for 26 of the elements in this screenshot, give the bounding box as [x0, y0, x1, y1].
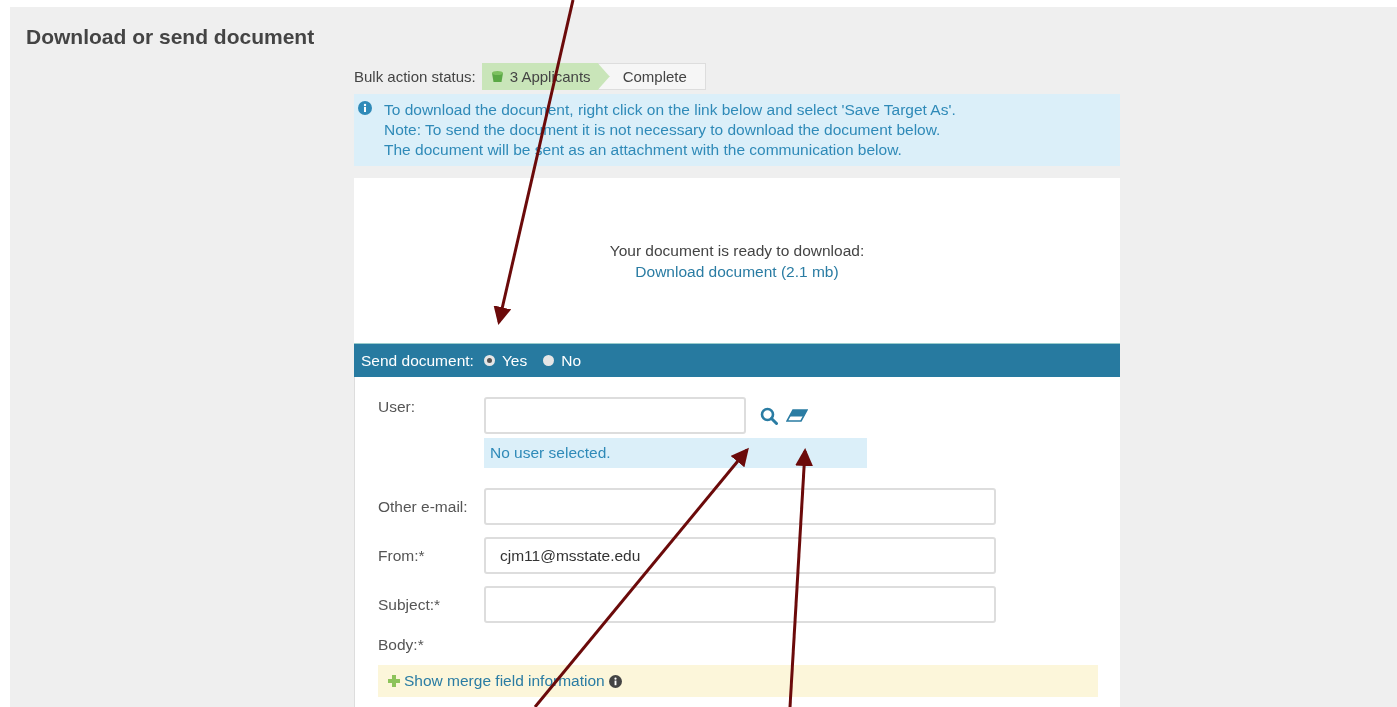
input-field[interactable]: cjm11@msstate.edu [484, 537, 996, 574]
bulk-status-label: Bulk action status: [354, 68, 476, 85]
eraser-icon[interactable] [786, 409, 808, 422]
user-field[interactable] [484, 397, 746, 434]
plus-icon [388, 675, 400, 687]
bucket-icon [490, 70, 504, 83]
info-icon [358, 101, 372, 115]
input-field[interactable] [484, 586, 996, 623]
radio-button[interactable] [543, 355, 555, 366]
radio-button[interactable] [483, 355, 495, 366]
field-label: Subject:* [378, 595, 442, 614]
field-label: Other e-mail: [378, 497, 469, 516]
user-status: No user selected. [484, 438, 867, 468]
status-step: Complete [597, 63, 706, 90]
radio-label[interactable]: No [561, 351, 581, 370]
page-title: Download or send document [26, 25, 316, 49]
field-label: User: [378, 398, 417, 416]
send-label: Send document: [361, 351, 474, 370]
radio-label[interactable]: Yes [501, 351, 528, 370]
download-message: Your document is ready to download: [609, 240, 865, 261]
field-label: Body:* [378, 636, 425, 654]
field-label: From:* [378, 546, 426, 565]
search-icon[interactable] [760, 406, 778, 425]
input-field[interactable] [484, 488, 996, 525]
download-link[interactable]: Download document (2.1 mb) [635, 260, 839, 282]
info-icon [608, 674, 622, 688]
